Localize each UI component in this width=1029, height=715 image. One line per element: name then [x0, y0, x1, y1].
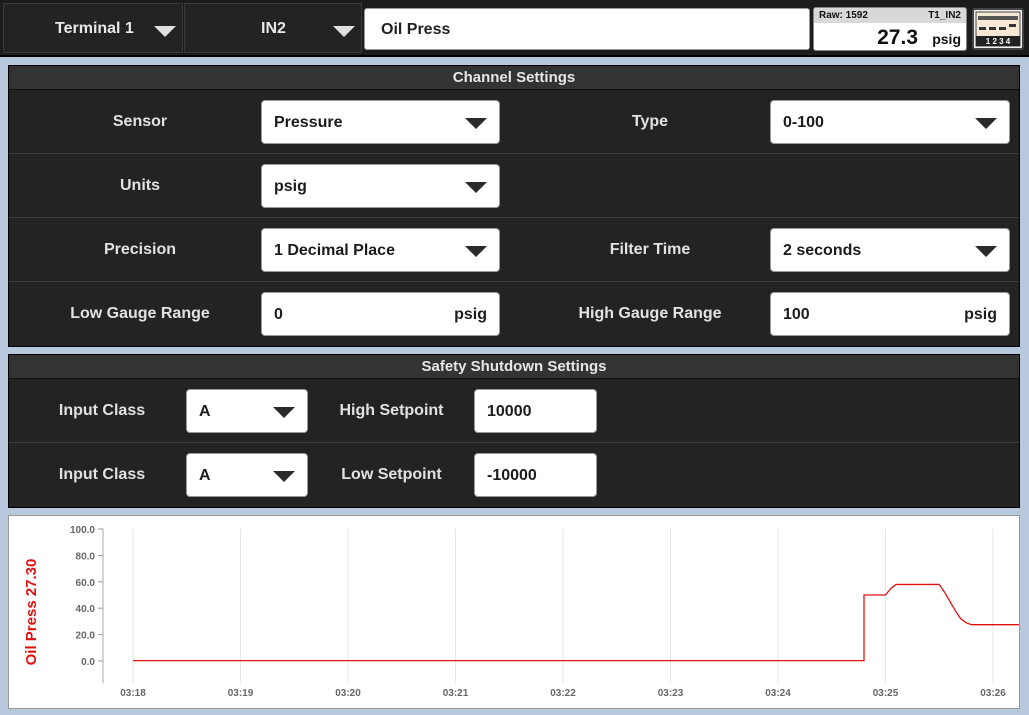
chevron-down-icon: [333, 26, 355, 37]
terminal-select[interactable]: Terminal 1: [3, 3, 183, 53]
safety-shutdown-panel: Safety Shutdown Settings Input Class A H…: [8, 354, 1020, 508]
chevron-down-icon: [465, 182, 487, 193]
live-readout: Raw: 1592 T1_IN2 27.3 psig: [813, 7, 967, 51]
high-input-class-select[interactable]: A: [186, 389, 308, 433]
y-tick-label: 40.0: [76, 604, 96, 615]
low-gauge-range-label: Low Gauge Range: [70, 305, 210, 322]
chevron-down-icon: [154, 26, 176, 37]
chevron-down-icon: [465, 118, 487, 129]
sensor-value: Pressure: [274, 114, 343, 131]
terminal-block-graphic: 1 2 3 4: [975, 11, 1021, 47]
low-gauge-range-input[interactable]: 0 psig: [261, 292, 500, 336]
low-gauge-range-unit: psig: [454, 306, 487, 323]
high-setpoint-input[interactable]: 10000: [474, 389, 597, 433]
trend-chart-panel: Oil Press 27.30 0.0 20.0 40.0 60.0 80.0 100.0…: [8, 515, 1020, 709]
raw-value: Raw: 1592: [819, 10, 868, 21]
readout-unit: psig: [932, 31, 961, 47]
high-gauge-range-label: High Gauge Range: [578, 305, 722, 322]
tag-name-field[interactable]: Oil Press: [364, 8, 810, 50]
chevron-down-icon: [975, 118, 997, 129]
low-setpoint-value: -10000: [487, 467, 537, 484]
chart-ticks: 0.0 20.0 40.0 60.0 80.0 100.0 03:18 03:19 03:20 0…: [70, 525, 1006, 699]
filter-time-select[interactable]: 2 seconds: [770, 228, 1010, 272]
type-select[interactable]: 0-100: [770, 100, 1010, 144]
low-setpoint-input[interactable]: -10000: [474, 453, 597, 497]
y-tick-label: 60.0: [76, 578, 96, 589]
chart-y-label: Oil Press 27.30: [23, 559, 40, 666]
terminal-select-label: Terminal 1: [55, 20, 134, 37]
y-tick-label: 0.0: [81, 657, 95, 668]
units-select[interactable]: psig: [261, 164, 500, 208]
chevron-down-icon: [273, 471, 295, 482]
units-value: psig: [274, 178, 307, 195]
chevron-down-icon: [465, 246, 487, 257]
chevron-down-icon: [975, 246, 997, 257]
sensor-label: Sensor: [112, 113, 168, 130]
high-gauge-range-value: 100: [783, 306, 810, 323]
x-tick-label: 03:24: [765, 688, 791, 699]
high-setpoint-row: Input Class A High Setpoint 10000: [9, 379, 1019, 443]
terminal-block-icon[interactable]: 1 2 3 4: [972, 8, 1024, 50]
y-tick-label: 80.0: [76, 551, 96, 562]
x-tick-label: 03:20: [335, 688, 361, 699]
high-gauge-range-unit: psig: [964, 306, 997, 323]
type-value: 0-100: [783, 114, 824, 131]
gauge-range-row: Low Gauge Range 0 psig High Gauge Range …: [9, 282, 1019, 346]
x-tick-label: 03:18: [120, 688, 146, 699]
channel-id: T1_IN2: [928, 10, 961, 21]
chart-series: [133, 583, 1019, 662]
high-setpoint-value: 10000: [487, 403, 532, 420]
precision-value: 1 Decimal Place: [274, 242, 395, 259]
low-input-class-value: A: [199, 467, 211, 484]
top-bar: Terminal 1 IN2 Oil Press Raw: 1592 T1_IN…: [0, 0, 1029, 57]
high-gauge-range-input[interactable]: 100 psig: [770, 292, 1010, 336]
type-label: Type: [631, 113, 669, 130]
filter-time-value: 2 seconds: [783, 242, 862, 259]
high-input-class-label: Input Class: [58, 402, 146, 419]
low-setpoint-row: Input Class A Low Setpoint -10000: [9, 443, 1019, 507]
chevron-down-icon: [273, 407, 295, 418]
x-tick-label: 03:25: [873, 688, 899, 699]
raw-bar: Raw: 1592 T1_IN2: [814, 8, 966, 23]
tag-name-text: Oil Press: [381, 21, 451, 38]
sensor-row: Sensor Pressure Type 0-100: [9, 90, 1019, 154]
low-gauge-range-value: 0: [274, 306, 283, 323]
precision-select[interactable]: 1 Decimal Place: [261, 228, 500, 272]
filter-time-label: Filter Time: [609, 241, 691, 258]
precision-label: Precision: [103, 241, 177, 258]
x-tick-label: 03:21: [443, 688, 469, 699]
safety-shutdown-title: Safety Shutdown Settings: [9, 355, 1019, 379]
series-line: [133, 583, 1019, 662]
sensor-select[interactable]: Pressure: [261, 100, 500, 144]
x-tick-label: 03:26: [980, 688, 1006, 699]
low-setpoint-label: Low Setpoint: [341, 466, 442, 483]
precision-row: Precision 1 Decimal Place Filter Time 2 …: [9, 218, 1019, 282]
x-tick-label: 03:23: [658, 688, 684, 699]
units-row: Units psig: [9, 154, 1019, 218]
x-tick-label: 03:19: [228, 688, 254, 699]
readout-value: 27.3: [877, 26, 918, 49]
units-label: Units: [120, 177, 160, 194]
trend-chart: Oil Press 27.30 0.0 20.0 40.0 60.0 80.0 100.0…: [23, 525, 1019, 699]
input-select[interactable]: IN2: [184, 3, 362, 53]
y-tick-label: 100.0: [70, 525, 95, 536]
high-input-class-value: A: [199, 403, 211, 420]
x-tick-label: 03:22: [550, 688, 576, 699]
input-select-label: IN2: [261, 20, 286, 37]
terminal-icon-labels: 1 2 3 4: [986, 37, 1011, 46]
channel-settings-title: Channel Settings: [9, 66, 1019, 90]
low-input-class-select[interactable]: A: [186, 453, 308, 497]
y-tick-label: 20.0: [76, 631, 96, 642]
channel-settings-panel: Channel Settings Sensor Pressure Type 0-…: [8, 65, 1020, 347]
low-input-class-label: Input Class: [58, 466, 146, 483]
high-setpoint-label: High Setpoint: [339, 402, 444, 419]
